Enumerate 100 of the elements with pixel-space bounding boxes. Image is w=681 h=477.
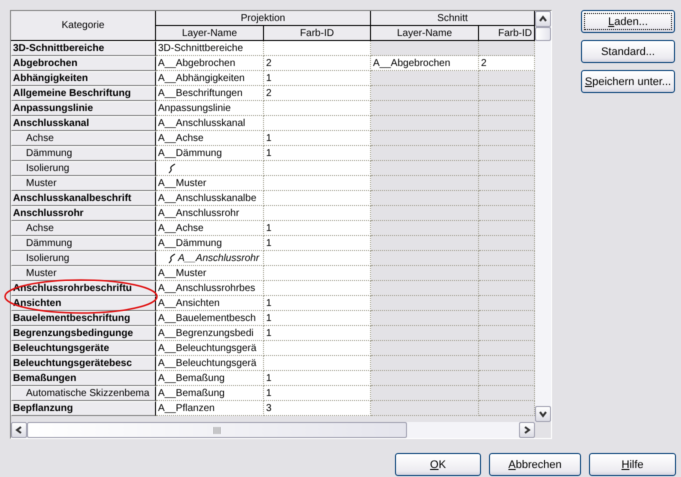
column-header[interactable]: Layer-Name: [371, 26, 479, 41]
section-color-id-cell[interactable]: 2: [479, 56, 535, 71]
layer-name-cell[interactable]: A__Anschlussrohrbes: [156, 281, 264, 296]
color-id-cell[interactable]: [264, 266, 371, 281]
layer-name-cell[interactable]: A__Bauelementbesch: [156, 311, 264, 326]
scroll-up-button[interactable]: [535, 11, 551, 27]
layer-name-cell[interactable]: A__Anschlusskanal: [156, 116, 264, 131]
column-header[interactable]: Layer-Name: [156, 26, 264, 41]
color-id-cell[interactable]: [264, 161, 371, 176]
scroll-left-button[interactable]: [11, 422, 27, 438]
layer-name-cell[interactable]: A__Dämmung: [156, 146, 264, 161]
scroll-thumb[interactable]: [535, 27, 551, 41]
color-id-cell[interactable]: [264, 41, 371, 56]
layer-name-cell[interactable]: A__Beschriftungen: [156, 86, 264, 101]
category-cell[interactable]: Bepflanzung: [11, 401, 156, 416]
category-cell[interactable]: Bauelementbeschriftung: [11, 311, 156, 326]
color-id-cell[interactable]: [264, 251, 371, 266]
dialog-button[interactable]: Speichern unter...: [581, 70, 675, 93]
subcategory-cell[interactable]: Dämmung: [11, 146, 156, 161]
section-layer-cell[interactable]: A__Abgebrochen: [371, 56, 479, 71]
layer-name-cell[interactable]: A__Pflanzen: [156, 401, 264, 416]
color-id-cell[interactable]: [264, 101, 371, 116]
layer-name-cell[interactable]: A__Anschlussrohr: [156, 251, 264, 266]
category-cell[interactable]: Beleuchtungsgerätebesc: [11, 356, 156, 371]
layer-name-cell[interactable]: A__Beleuchtungsgerä: [156, 341, 264, 356]
color-id-cell[interactable]: 1: [264, 371, 371, 386]
color-id-cell[interactable]: 2: [264, 86, 371, 101]
vertical-scrollbar[interactable]: [535, 11, 551, 422]
category-cell[interactable]: Bemaßungen: [11, 371, 156, 386]
dialog-button[interactable]: Standard...: [581, 40, 675, 63]
category-cell[interactable]: 3D-Schnittbereiche: [11, 41, 156, 56]
layer-name-cell[interactable]: A__Achse: [156, 221, 264, 236]
color-id-cell[interactable]: 3: [264, 401, 371, 416]
grip-icon: [213, 426, 221, 434]
subcategory-cell[interactable]: Isolierung: [11, 251, 156, 266]
category-cell[interactable]: Begrenzungsbedingunge: [11, 326, 156, 341]
color-id-cell[interactable]: [264, 356, 371, 371]
subcategory-cell[interactable]: Muster: [11, 176, 156, 191]
layer-name-cell[interactable]: A__Achse: [156, 131, 264, 146]
column-group-header: Schnitt: [371, 11, 535, 26]
color-id-cell[interactable]: 1: [264, 296, 371, 311]
color-id-cell[interactable]: 1: [264, 131, 371, 146]
layer-name-cell[interactable]: A__Anschlussrohr: [156, 206, 264, 221]
layer-name-cell[interactable]: Anpassungslinie: [156, 101, 264, 116]
layer-name-cell[interactable]: A__Beleuchtungsgerä: [156, 356, 264, 371]
color-id-cell[interactable]: 1: [264, 386, 371, 401]
layer-name-cell[interactable]: 3D-Schnittbereiche: [156, 41, 264, 56]
layer-name-cell[interactable]: A__Abgebrochen: [156, 56, 264, 71]
scroll-thumb[interactable]: [27, 422, 407, 438]
scroll-down-button[interactable]: [535, 406, 551, 422]
category-cell[interactable]: Anschlussrohrbeschriftu: [11, 281, 156, 296]
dialog-button[interactable]: Hilfe: [589, 453, 676, 476]
category-cell[interactable]: Allgemeine Beschriftung: [11, 86, 156, 101]
subcategory-cell[interactable]: Muster: [11, 266, 156, 281]
column-group-header: Projektion: [156, 11, 371, 26]
color-id-cell[interactable]: 1: [264, 326, 371, 341]
layer-name-cell[interactable]: A__Dämmung: [156, 236, 264, 251]
layer-name-cell[interactable]: A__Bemaßung: [156, 386, 264, 401]
subcategory-cell[interactable]: Automatische Skizzenbema: [11, 386, 156, 401]
column-header[interactable]: Farb-ID: [479, 26, 535, 41]
color-id-cell[interactable]: [264, 341, 371, 356]
color-id-cell[interactable]: [264, 191, 371, 206]
category-cell[interactable]: Abhängigkeiten: [11, 71, 156, 86]
horizontal-scrollbar[interactable]: [11, 422, 551, 438]
category-cell[interactable]: Anpassungslinie: [11, 101, 156, 116]
color-id-cell[interactable]: [264, 116, 371, 131]
layer-name-cell[interactable]: A__Ansichten: [156, 296, 264, 311]
subcategory-cell[interactable]: Isolierung: [11, 161, 156, 176]
scroll-right-button[interactable]: [519, 422, 535, 438]
column-header[interactable]: Kategorie: [11, 11, 156, 41]
dialog-button[interactable]: Laden...: [581, 10, 675, 33]
layer-name-cell[interactable]: A__Begrenzungsbedi: [156, 326, 264, 341]
scrollbar-corner: [535, 422, 551, 438]
category-cell[interactable]: Anschlussrohr: [11, 206, 156, 221]
color-id-cell[interactable]: [264, 281, 371, 296]
category-cell[interactable]: Ansichten: [11, 296, 156, 311]
dialog-button[interactable]: OK: [395, 453, 481, 476]
color-id-cell[interactable]: 1: [264, 221, 371, 236]
color-id-cell[interactable]: 1: [264, 146, 371, 161]
dialog-button[interactable]: Abbrechen: [489, 453, 581, 476]
layer-name-cell[interactable]: [156, 161, 264, 176]
layer-name-cell[interactable]: A__Abhängigkeiten: [156, 71, 264, 86]
category-cell[interactable]: Abgebrochen: [11, 56, 156, 71]
category-cell[interactable]: Anschlusskanalbeschrift: [11, 191, 156, 206]
category-cell[interactable]: Anschlusskanal: [11, 116, 156, 131]
color-id-cell[interactable]: [264, 206, 371, 221]
color-id-cell[interactable]: 2: [264, 56, 371, 71]
layer-name-cell[interactable]: A__Muster: [156, 266, 264, 281]
column-header[interactable]: Farb-ID: [264, 26, 371, 41]
subcategory-cell[interactable]: Dämmung: [11, 236, 156, 251]
subcategory-cell[interactable]: Achse: [11, 221, 156, 236]
layer-name-cell[interactable]: A__Bemaßung: [156, 371, 264, 386]
subcategory-cell[interactable]: Achse: [11, 131, 156, 146]
color-id-cell[interactable]: 1: [264, 71, 371, 86]
layer-name-cell[interactable]: A__Anschlusskanalbe: [156, 191, 264, 206]
color-id-cell[interactable]: 1: [264, 311, 371, 326]
category-cell[interactable]: Beleuchtungsgeräte: [11, 341, 156, 356]
layer-name-cell[interactable]: A__Muster: [156, 176, 264, 191]
color-id-cell[interactable]: 1: [264, 236, 371, 251]
color-id-cell[interactable]: [264, 176, 371, 191]
